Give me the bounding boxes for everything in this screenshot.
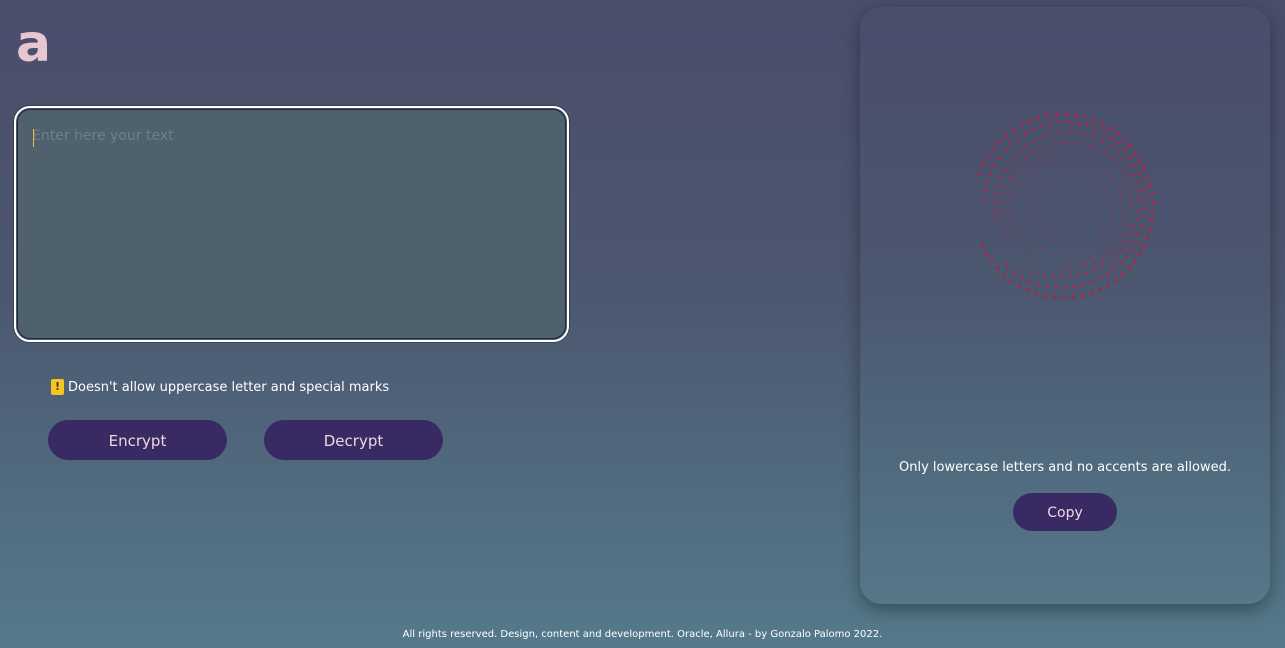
decrypt-button[interactable]: Decrypt (264, 420, 443, 460)
output-panel: Only lowercase letters and no accents ar… (860, 7, 1270, 604)
hint-text: Doesn't allow uppercase letter and speci… (68, 379, 390, 395)
input-hint: ! Doesn't allow uppercase letter and spe… (51, 379, 389, 395)
logo: a (16, 14, 52, 74)
text-input-wrapper (14, 106, 569, 342)
output-message: Only lowercase letters and no accents ar… (899, 460, 1231, 475)
footer-text: All rights reserved. Design, content and… (402, 629, 883, 640)
text-caret (33, 129, 34, 147)
encrypt-button[interactable]: Encrypt (48, 420, 227, 460)
exclamation-warning-icon: ! (51, 379, 64, 395)
copy-button[interactable]: Copy (1013, 493, 1117, 531)
text-input[interactable] (17, 109, 566, 339)
spiral-loader-icon (978, 113, 1155, 300)
